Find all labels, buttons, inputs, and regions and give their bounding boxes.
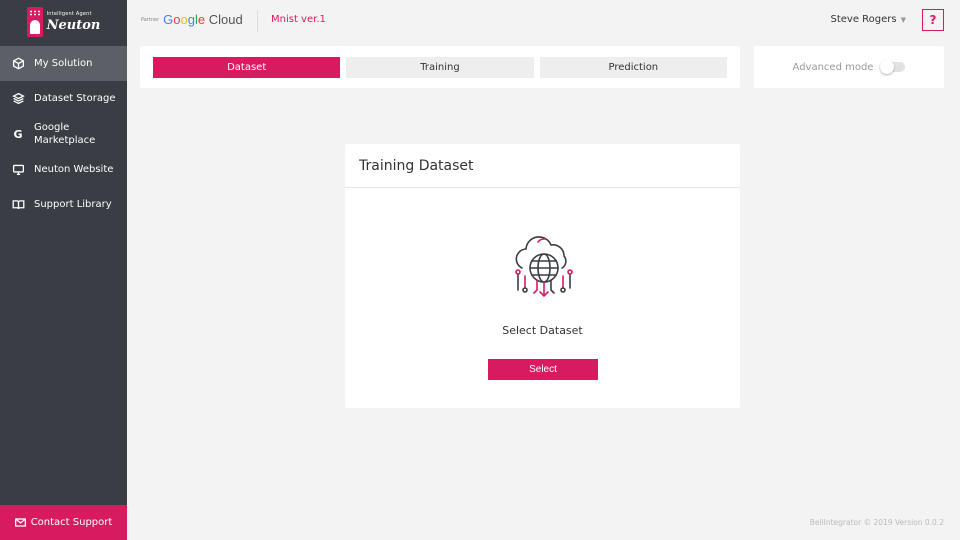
tab-training[interactable]: Training [346, 56, 534, 78]
select-dataset-prompt: Select Dataset [502, 324, 583, 337]
sidebar-item-label-line2: Marketplace [34, 135, 96, 146]
sidebar-nav: My Solution Dataset Storage G Google Mar… [0, 46, 127, 222]
header-divider [257, 10, 258, 32]
training-dataset-card: Training Dataset Select Dataset Select [345, 144, 740, 408]
tab-dataset[interactable]: Dataset [153, 56, 341, 78]
sidebar-item-neuton-website[interactable]: Neuton Website [0, 152, 127, 187]
user-menu[interactable]: Steve Rogers ▼ [831, 14, 907, 25]
sidebar-item-label: Support Library [34, 199, 112, 210]
logo-name: Neuton [46, 18, 101, 33]
partner-label: Partner [141, 16, 160, 23]
card-title: Training Dataset [345, 144, 740, 188]
sidebar: Intelligent Agent Neuton My Solution Dat… [0, 0, 127, 540]
monitor-icon [11, 163, 25, 177]
help-button[interactable]: ? [922, 9, 944, 31]
neuton-logo-icon [26, 7, 43, 37]
caret-down-icon: ▼ [900, 16, 906, 24]
workflow-steps: Dataset Training Prediction [140, 46, 740, 88]
project-name[interactable]: Mnist ver.1 [271, 14, 326, 25]
advanced-mode-panel: Advanced mode [754, 46, 944, 88]
select-dataset-button[interactable]: Select [488, 359, 598, 380]
sidebar-item-google-marketplace[interactable]: G Google Marketplace [0, 116, 127, 152]
mail-icon [14, 518, 26, 527]
contact-support-label: Contact Support [30, 517, 113, 528]
user-name: Steve Rogers [830, 14, 897, 25]
sidebar-item-label: My Solution [34, 58, 93, 69]
tab-prediction[interactable]: Prediction [539, 56, 727, 78]
book-icon [11, 198, 25, 212]
logo[interactable]: Intelligent Agent Neuton [0, 0, 127, 44]
sidebar-item-label: Dataset Storage [34, 93, 116, 104]
sidebar-item-support-library[interactable]: Support Library [0, 187, 127, 222]
logo-tagline: Intelligent Agent [46, 11, 92, 17]
footer-version: BellIntegrator © 2019 Version 0.0.2 [809, 518, 944, 527]
advanced-mode-label: Advanced mode [792, 61, 874, 73]
sidebar-item-label-line1: Google [34, 122, 70, 133]
contact-support-button[interactable]: Contact Support [0, 505, 127, 540]
sidebar-item-dataset-storage[interactable]: Dataset Storage [0, 81, 127, 116]
advanced-mode-toggle[interactable] [880, 60, 906, 74]
partner-badge: Partner Google Cloud [141, 12, 243, 27]
sidebar-item-my-solution[interactable]: My Solution [0, 46, 127, 81]
top-bar: Partner Google Cloud Mnist ver.1 Steve R… [127, 0, 960, 42]
google-icon: G [13, 127, 23, 141]
google-cloud-logo: Google Cloud [163, 12, 243, 27]
cube-icon [11, 57, 25, 71]
cloud-network-icon [515, 236, 573, 298]
layers-icon [11, 92, 25, 106]
sidebar-item-label: Neuton Website [34, 164, 114, 175]
